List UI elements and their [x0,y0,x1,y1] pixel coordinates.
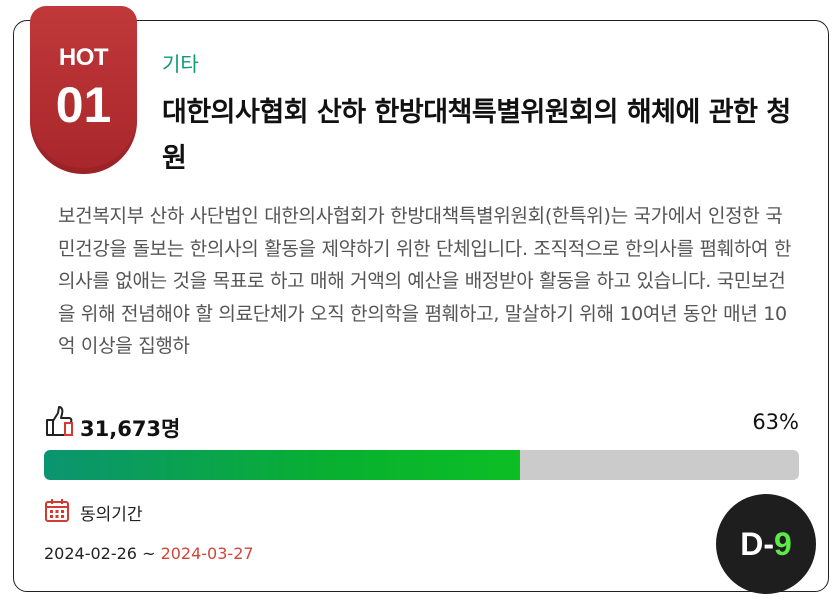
hot-rank-badge: HOT 01 [30,6,137,174]
petition-summary: 보건복지부 산하 사단법인 대한의사협회가 한방대책특별위원회(한특위)는 국가… [58,205,792,357]
calendar-icon [45,499,69,522]
d-day-prefix: D- [740,525,774,562]
thumbs-up-icon [46,406,73,436]
petition-title[interactable]: 대한의사협회 산하 한방대책특별위원회의 해체에 관한 청원 [162,90,802,182]
d-day-badge: D- 9 [716,494,816,594]
rank-number: 01 [55,77,112,133]
period-dates: 2024-02-26 ~ 2024-03-27 [44,544,254,563]
progress-bar [44,450,799,480]
period-start: 2024-02-26 [44,544,137,563]
petition-category: 기타 [162,52,199,76]
hot-label: HOT [58,44,109,71]
supporter-count: 31,673명 [80,417,181,441]
period-separator: ~ [136,544,161,563]
d-day-number: 9 [773,525,792,562]
period-end: 2024-03-27 [160,544,254,563]
progress-percent: 63% [752,410,799,434]
period-label: 동의기간 [80,505,143,525]
progress-fill [44,450,520,480]
